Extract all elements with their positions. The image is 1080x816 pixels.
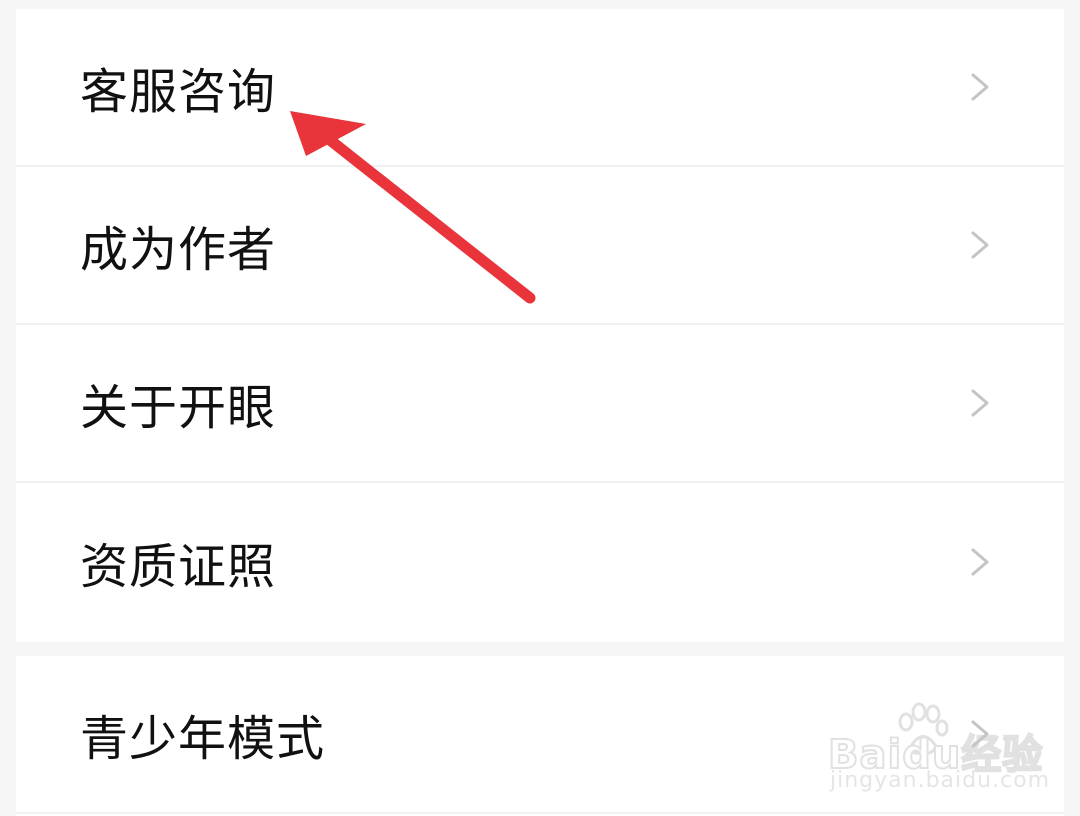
menu-item-label: 青少年模式 [80, 711, 326, 767]
menu-item-label: 关于开眼 [80, 380, 277, 436]
menu-item-customer-service[interactable]: 客服咨询 [16, 9, 1064, 167]
top-spacer [0, 0, 1080, 9]
watermark-url: jingyan.baidu.com [830, 768, 1051, 793]
chevron-right-icon [967, 230, 993, 260]
menu-group-main: 客服咨询 成为作者 关于开眼 资质证照 [16, 9, 1064, 642]
menu-item-become-author[interactable]: 成为作者 [16, 167, 1064, 325]
menu-item-about[interactable]: 关于开眼 [16, 325, 1064, 483]
menu-item-label: 资质证照 [80, 539, 277, 595]
chevron-right-icon [967, 388, 993, 418]
menu-item-label: 成为作者 [80, 222, 277, 278]
menu-item-label: 客服咨询 [80, 64, 277, 120]
menu-item-qualifications[interactable]: 资质证照 [16, 483, 1064, 641]
watermark: Baidu经验 jingyan.baidu.com [827, 700, 1049, 800]
chevron-right-icon [967, 72, 993, 102]
chevron-right-icon [967, 547, 993, 577]
